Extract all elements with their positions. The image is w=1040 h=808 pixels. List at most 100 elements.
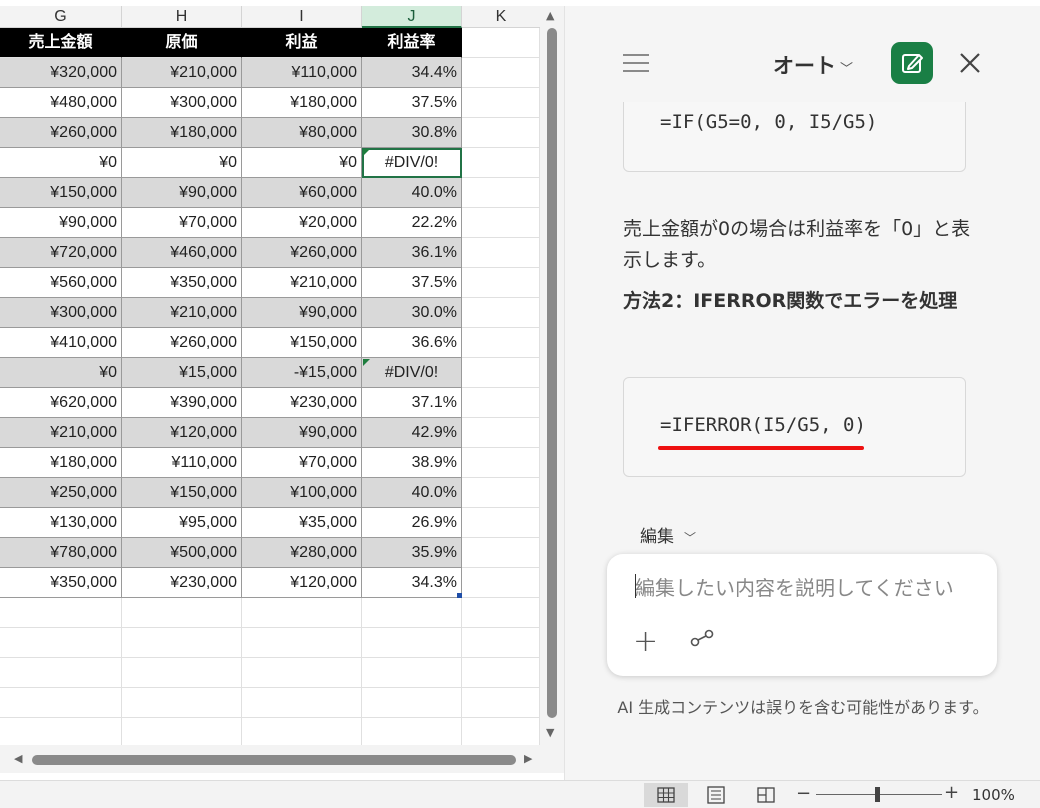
table-cell[interactable]: ¥390,000 — [122, 388, 242, 418]
scroll-right-icon[interactable]: ▶ — [524, 752, 532, 765]
table-cell[interactable]: ¥110,000 — [242, 58, 362, 88]
menu-icon[interactable] — [623, 54, 649, 72]
table-cell[interactable]: 36.6% — [362, 328, 462, 358]
table-cell[interactable]: ¥210,000 — [242, 268, 362, 298]
edit-dropdown[interactable]: 編集 ﹀ — [640, 522, 696, 547]
table-cell[interactable]: 37.1% — [362, 388, 462, 418]
empty-cell[interactable] — [0, 718, 122, 745]
table-cell[interactable]: ¥90,000 — [242, 418, 362, 448]
empty-cell[interactable] — [0, 628, 122, 658]
new-chat-button[interactable] — [891, 42, 933, 84]
error-indicator-icon[interactable] — [363, 149, 370, 156]
empty-cell[interactable] — [462, 598, 540, 628]
table-cell[interactable]: 22.2% — [362, 208, 462, 238]
table-cell[interactable]: ¥95,000 — [122, 508, 242, 538]
mode-dropdown[interactable]: オート ﹀ — [773, 50, 853, 80]
scroll-up-icon[interactable]: ▲ — [546, 9, 554, 22]
table-cell[interactable]: ¥120,000 — [122, 418, 242, 448]
table-cell[interactable]: ¥180,000 — [122, 118, 242, 148]
table-cell[interactable]: 30.0% — [362, 298, 462, 328]
scroll-down-icon[interactable]: ▼ — [546, 726, 554, 739]
column-header-h[interactable]: H — [122, 6, 242, 28]
table-resize-handle[interactable] — [457, 593, 462, 598]
empty-cell[interactable] — [462, 268, 540, 298]
table-cell[interactable]: ¥90,000 — [0, 208, 122, 238]
table-cell[interactable]: ¥260,000 — [0, 118, 122, 148]
table-cell[interactable]: 34.3% — [362, 568, 462, 598]
table-cell[interactable]: ¥0 — [0, 148, 122, 178]
empty-cell[interactable] — [462, 88, 540, 118]
empty-cell[interactable] — [462, 358, 540, 388]
table-cell[interactable]: ¥110,000 — [122, 448, 242, 478]
table-cell[interactable]: ¥410,000 — [0, 328, 122, 358]
empty-cell[interactable] — [242, 688, 362, 718]
table-cell[interactable]: ¥500,000 — [122, 538, 242, 568]
empty-cell[interactable] — [362, 658, 462, 688]
empty-cell[interactable] — [122, 628, 242, 658]
empty-cell[interactable] — [242, 658, 362, 688]
table-cell[interactable]: ¥230,000 — [242, 388, 362, 418]
table-cell[interactable]: ¥0 — [0, 358, 122, 388]
table-cell[interactable]: ¥300,000 — [122, 88, 242, 118]
empty-cell[interactable] — [462, 628, 540, 658]
table-cell[interactable]: 30.8% — [362, 118, 462, 148]
table-cell[interactable]: 37.5% — [362, 268, 462, 298]
table-cell[interactable]: ¥60,000 — [242, 178, 362, 208]
table-cell[interactable]: 40.0% — [362, 178, 462, 208]
column-header-g[interactable]: G — [0, 6, 122, 28]
empty-cell[interactable] — [0, 688, 122, 718]
table-header-cell[interactable]: 売上金額 — [0, 28, 122, 58]
zoom-in-button[interactable]: + — [944, 782, 959, 803]
vertical-scrollbar[interactable]: ▲ ▼ — [540, 6, 564, 745]
table-cell[interactable]: ¥90,000 — [122, 178, 242, 208]
empty-cell[interactable] — [362, 628, 462, 658]
table-cell[interactable]: 38.9% — [362, 448, 462, 478]
table-cell[interactable]: ¥210,000 — [122, 298, 242, 328]
page-break-view-button[interactable] — [744, 783, 788, 807]
vertical-scroll-thumb[interactable] — [547, 28, 557, 718]
table-cell[interactable]: ¥15,000 — [122, 358, 242, 388]
empty-cell[interactable] — [0, 658, 122, 688]
table-cell[interactable]: ¥130,000 — [0, 508, 122, 538]
table-cell[interactable]: ¥100,000 — [242, 478, 362, 508]
column-header-j[interactable]: J — [362, 6, 462, 28]
formula-iferror[interactable]: =IFERROR(I5/G5, 0) — [660, 414, 866, 436]
table-cell[interactable]: 37.5% — [362, 88, 462, 118]
empty-cell[interactable] — [122, 688, 242, 718]
prompt-input[interactable]: 編集したい内容を説明してください + — [607, 554, 997, 676]
table-cell[interactable]: ¥180,000 — [0, 448, 122, 478]
empty-cell[interactable] — [462, 118, 540, 148]
zoom-slider-handle[interactable] — [875, 787, 880, 802]
table-header-cell[interactable]: 利益 — [242, 28, 362, 58]
column-header-k[interactable]: K — [462, 6, 540, 28]
table-cell[interactable]: ¥150,000 — [0, 178, 122, 208]
table-header-cell[interactable]: 利益率 — [362, 28, 462, 58]
empty-cell[interactable] — [462, 688, 540, 718]
empty-cell[interactable] — [462, 148, 540, 178]
table-cell[interactable]: ¥480,000 — [0, 88, 122, 118]
page-layout-view-button[interactable] — [694, 783, 738, 807]
empty-cell[interactable] — [462, 58, 540, 88]
empty-cell[interactable] — [122, 658, 242, 688]
table-cell[interactable]: ¥150,000 — [122, 478, 242, 508]
table-cell[interactable]: ¥720,000 — [0, 238, 122, 268]
empty-cell[interactable] — [462, 538, 540, 568]
table-cell[interactable]: ¥350,000 — [122, 268, 242, 298]
empty-cell[interactable] — [462, 658, 540, 688]
zoom-out-button[interactable]: − — [796, 783, 811, 804]
table-cell[interactable]: ¥0 — [242, 148, 362, 178]
empty-cell[interactable] — [242, 718, 362, 745]
scroll-left-icon[interactable]: ◀ — [14, 752, 22, 765]
table-header-cell[interactable]: 原価 — [122, 28, 242, 58]
table-cell[interactable]: ¥350,000 — [0, 568, 122, 598]
table-cell[interactable]: ¥230,000 — [122, 568, 242, 598]
table-cell[interactable]: 42.9% — [362, 418, 462, 448]
empty-cell[interactable] — [462, 328, 540, 358]
empty-cell[interactable] — [462, 298, 540, 328]
empty-cell[interactable] — [462, 718, 540, 745]
table-cell[interactable]: 26.9% — [362, 508, 462, 538]
table-cell[interactable]: ¥120,000 — [242, 568, 362, 598]
link-icon[interactable] — [689, 628, 715, 648]
table-cell[interactable]: 36.1% — [362, 238, 462, 268]
table-cell[interactable]: ¥300,000 — [0, 298, 122, 328]
